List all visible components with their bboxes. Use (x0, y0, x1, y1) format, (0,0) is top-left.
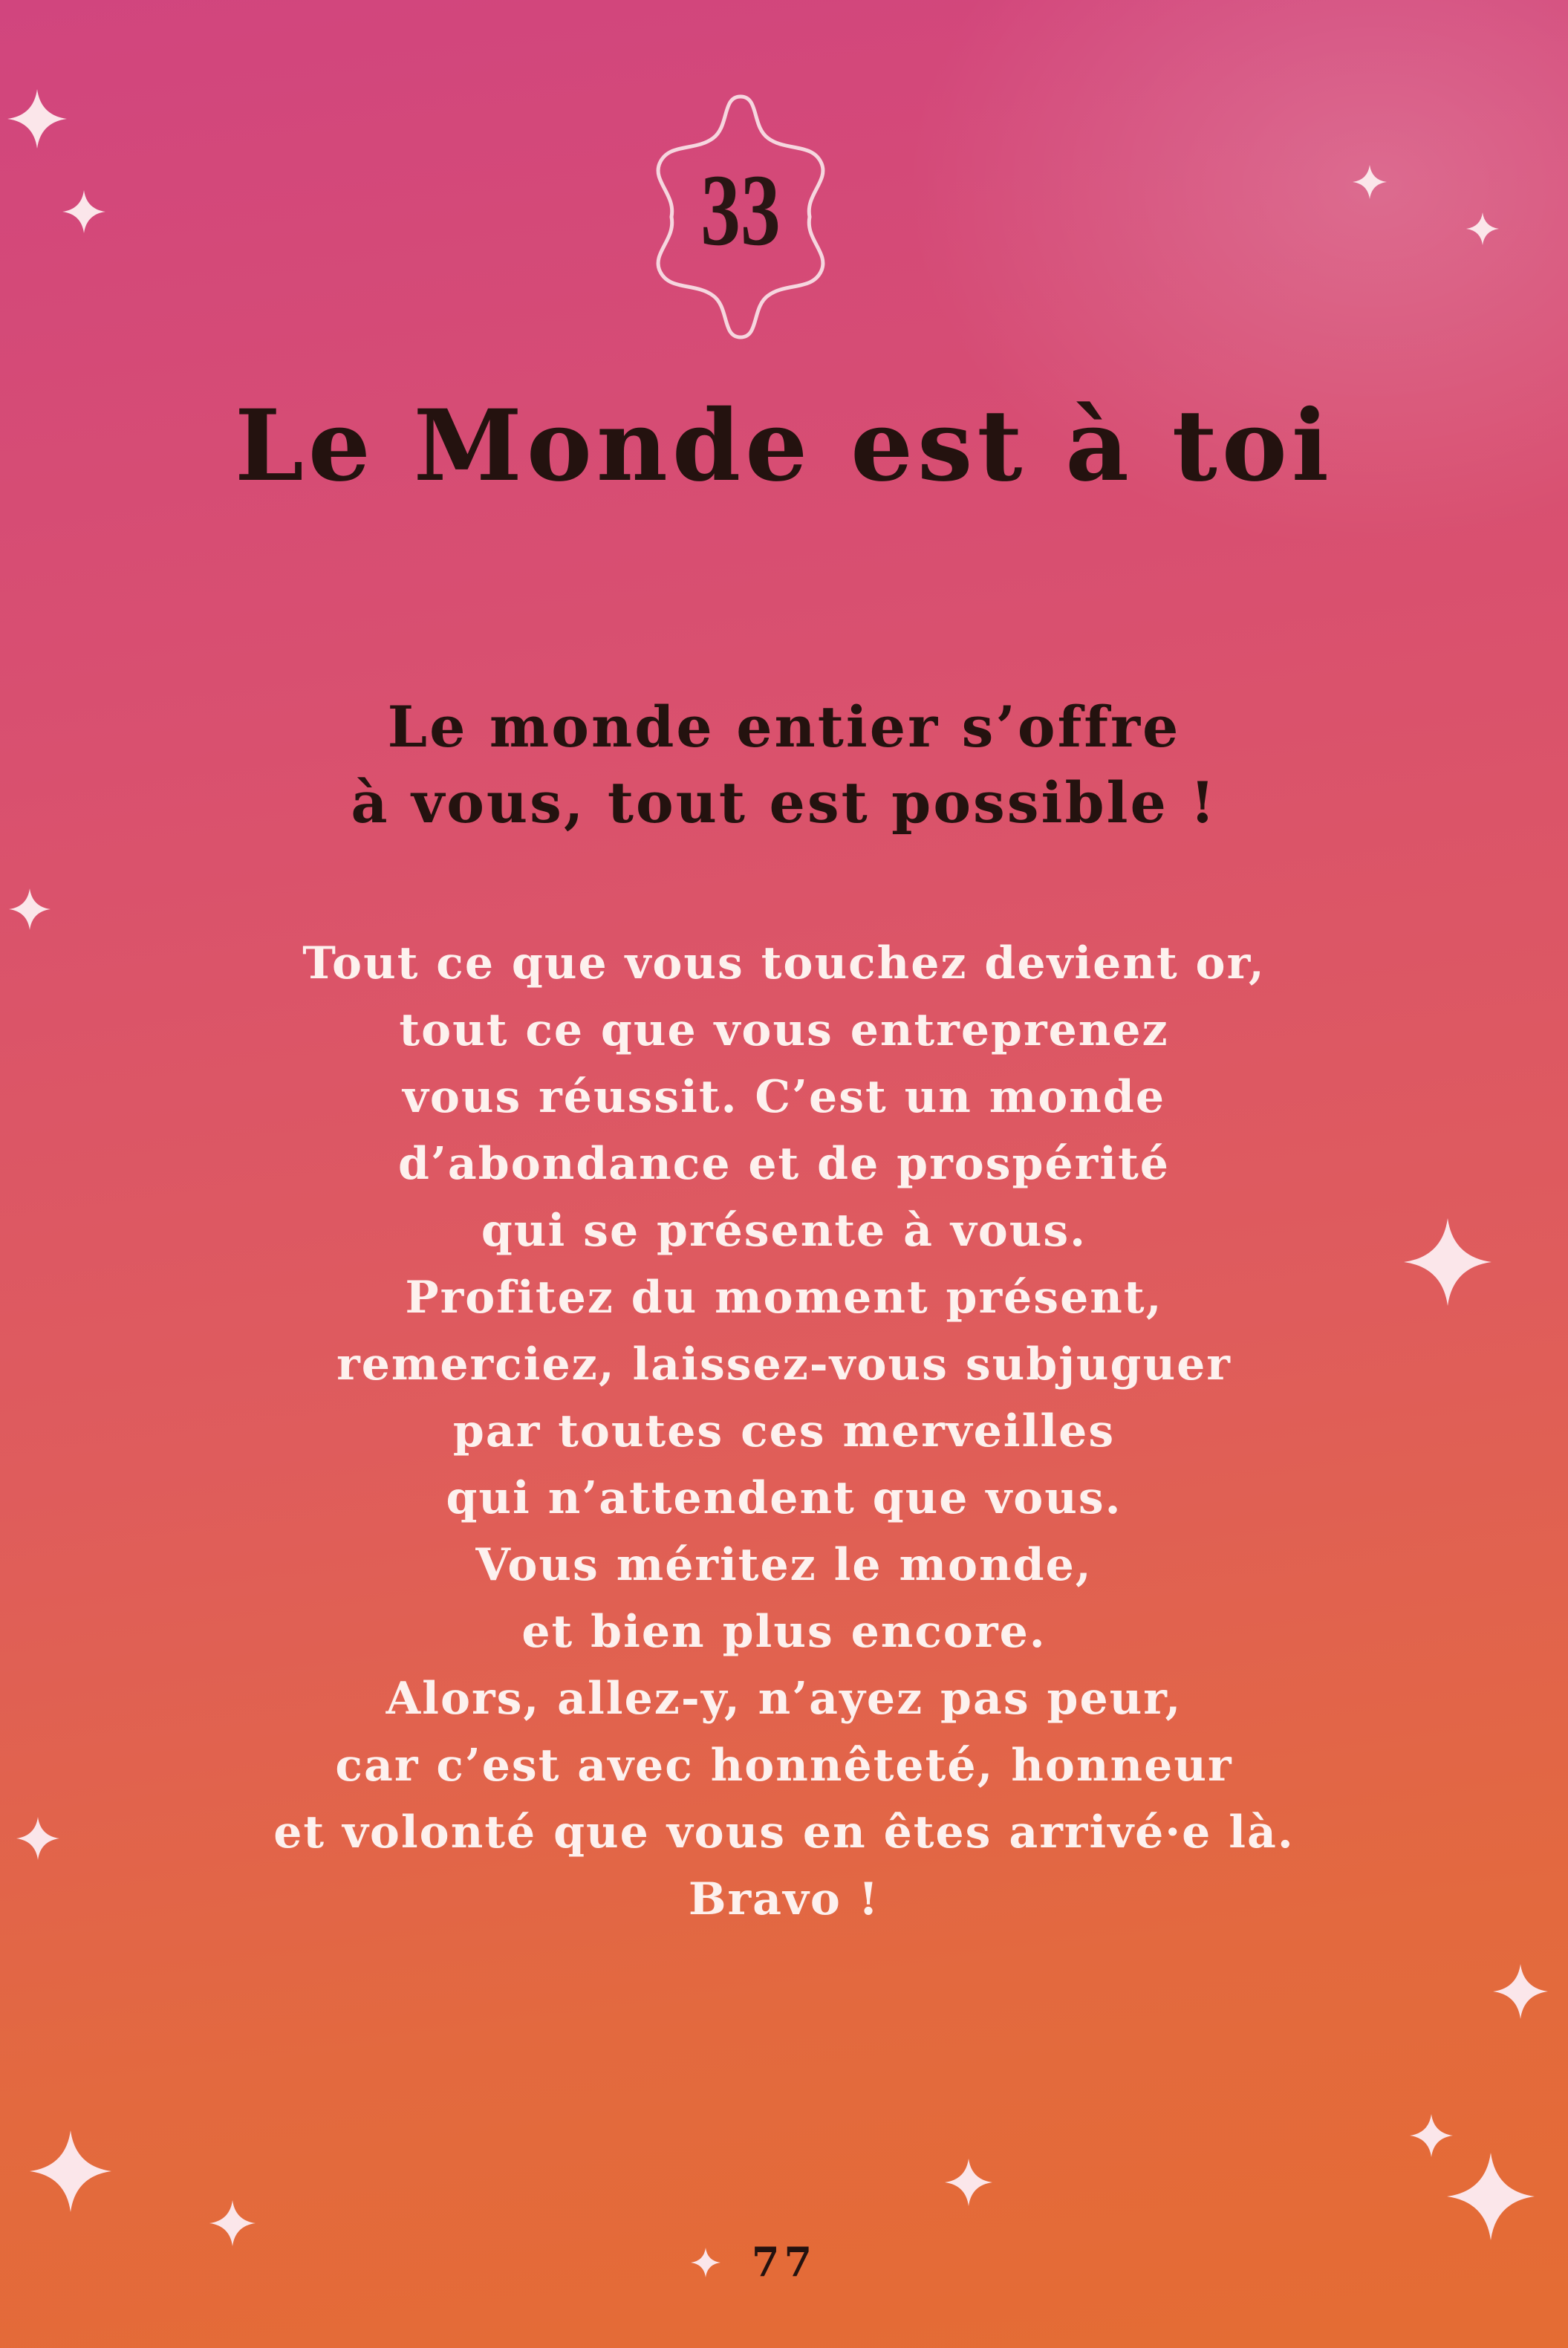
card-number: 33 (700, 153, 781, 267)
body-line: et volonté que vous en êtes arrivé·e là. (273, 1806, 1295, 1858)
body-line: Alors, allez-y, n’ayez pas peur, (386, 1673, 1182, 1725)
card-subtitle: Le monde entier s’offre à vous, tout est… (0, 689, 1568, 841)
subtitle-line: Le monde entier s’offre (387, 694, 1181, 760)
card-number-badge: 33 (640, 91, 841, 343)
four-point-star-icon (62, 190, 105, 233)
body-line: remerciez, laissez-vous subjuguer (336, 1339, 1232, 1391)
four-point-star-icon (1410, 2114, 1453, 2157)
subtitle-line: à vous, tout est possible ! (351, 770, 1217, 836)
four-point-star-icon (1447, 2153, 1535, 2240)
body-line: tout ce que vous entreprenez (399, 1004, 1169, 1056)
body-line: et bien plus encore. (521, 1606, 1047, 1658)
body-line: car c’est avec honnêteté, honneur (335, 1740, 1233, 1792)
page-number: 77 (751, 2238, 817, 2286)
card-body: Tout ce que vous touchez devient or, tou… (0, 930, 1568, 1933)
four-point-star-icon (945, 2159, 992, 2206)
body-line: qui n’attendent que vous. (446, 1472, 1122, 1524)
four-point-star-icon (1466, 212, 1499, 245)
four-point-star-icon (9, 888, 51, 930)
four-point-star-icon (1493, 1964, 1548, 2019)
body-line: Bravo ! (688, 1873, 880, 1925)
four-point-star-icon (209, 2200, 256, 2246)
body-line: Tout ce que vous touchez devient or, (302, 937, 1266, 989)
body-line: Profitez du moment présent, (405, 1272, 1163, 1324)
body-line: qui se présente à vous. (481, 1205, 1087, 1257)
four-point-star-icon (30, 2130, 111, 2212)
body-line: vous réussit. C’est un monde (402, 1071, 1165, 1123)
body-line: Vous méritez le monde, (475, 1539, 1093, 1591)
four-point-star-icon (1404, 1218, 1491, 1306)
four-point-star-icon (16, 1817, 59, 1860)
four-point-star-icon (691, 2248, 720, 2277)
body-line: d’abondance et de prospérité (398, 1138, 1170, 1190)
four-point-star-icon (7, 89, 67, 149)
four-point-star-icon (1353, 165, 1387, 199)
body-line: par toutes ces merveilles (452, 1405, 1116, 1457)
card-title: Le Monde est à toi (235, 388, 1333, 504)
